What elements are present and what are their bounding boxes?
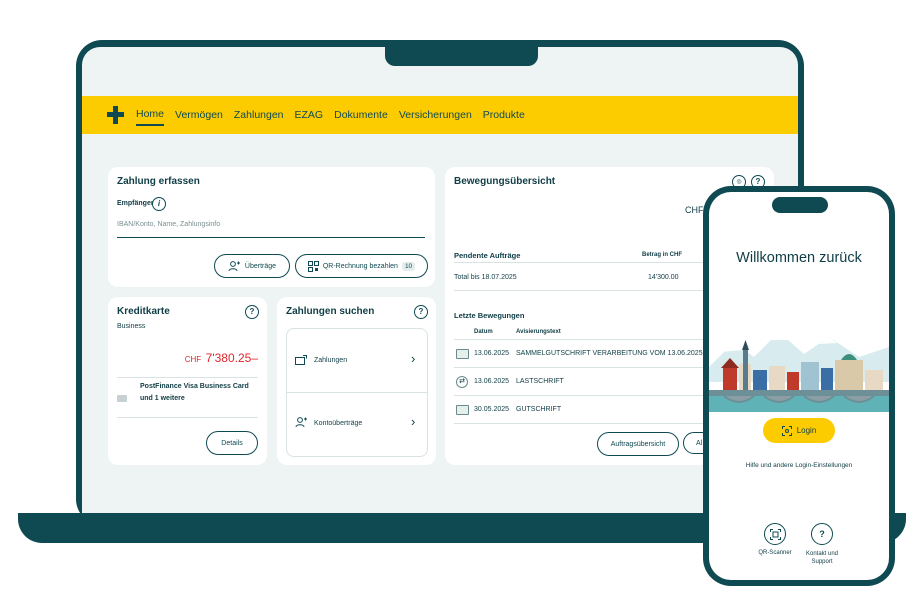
details-label: Details: [221, 439, 243, 447]
phone-screen: Willkommen zurück Login Hilfe und andere…: [709, 192, 889, 580]
auftragsuebersicht-button[interactable]: Auftragsübersicht: [597, 432, 679, 456]
details-button[interactable]: Details: [206, 431, 258, 455]
divider: [117, 417, 258, 418]
welcome-heading: Willkommen zurück: [736, 250, 862, 266]
nav-dokumente[interactable]: Dokumente: [334, 105, 388, 125]
qr-scanner-button[interactable]: [764, 523, 786, 545]
transfer-icon: ⇄: [456, 376, 468, 388]
scan-icon: [781, 425, 792, 436]
empfaenger-label: Empfänger: [117, 200, 154, 207]
nav-zahlungen[interactable]: Zahlungen: [234, 105, 284, 125]
search-zahlungen-label: Zahlungen: [314, 357, 348, 364]
nav-home[interactable]: Home: [136, 104, 165, 126]
divider: [454, 423, 704, 424]
uebertraege-label: Überträge: [244, 262, 277, 270]
laptop-camera-notch: [385, 40, 538, 66]
city-bridge-illustration: [709, 332, 889, 412]
login-button[interactable]: Login: [763, 418, 835, 443]
main-nav: Home Vermögen Zahlungen EZAG Dokumente V…: [136, 96, 525, 134]
contact-support-button[interactable]: ?: [811, 523, 833, 545]
income-icon: [456, 349, 469, 359]
search-options-box: Zahlungen › Kontoüberträge ›: [286, 328, 428, 457]
divider: [117, 377, 258, 378]
recent-title: Letzte Bewegungen: [454, 311, 525, 320]
pending-title: Pendente Aufträge: [454, 251, 521, 260]
divider: [454, 262, 704, 263]
payment-icon: [295, 355, 307, 365]
qr-rechnung-button[interactable]: QR-Rechnung bezahlen 10: [295, 254, 428, 278]
col-text-header: Avisierungstext: [516, 329, 561, 335]
laptop-screen: Home Vermögen Zahlungen EZAG Dokumente V…: [82, 47, 798, 520]
card-name[interactable]: PostFinance Visa Business Card: [140, 383, 249, 390]
kreditkarte-balance: CHF 7'380.25–: [184, 351, 258, 365]
user-transfer-icon: [295, 417, 307, 428]
col-date-header: Datum: [474, 329, 493, 335]
kreditkarte-subtitle: Business: [117, 323, 146, 330]
alle-label: Al: [696, 439, 703, 447]
zahlung-erfassen-title: Zahlung erfassen: [117, 176, 200, 187]
user-transfer-icon: [228, 260, 240, 271]
qr-code-icon: [307, 260, 319, 272]
table-row[interactable]: 30.05.2025 GUTSCHRIFT: [454, 396, 704, 423]
kreditkarte-title: Kreditkarte: [117, 306, 170, 317]
empfaenger-input[interactable]: IBAN/Konto, Name, Zahlungsinfo: [117, 219, 425, 238]
kreditkarte-card: Kreditkarte ? Business CHF 7'380.25– Pos…: [108, 297, 267, 465]
qr-rechnung-label: QR-Rechnung bezahlen: [322, 262, 398, 270]
card-more[interactable]: und 1 weitere: [140, 395, 185, 402]
info-icon[interactable]: i: [152, 197, 166, 211]
auftragsuebersicht-label: Auftragsübersicht: [610, 440, 666, 448]
credit-card-icon: [117, 395, 127, 402]
total-currency: CHF: [685, 205, 704, 215]
zahlungen-suchen-card: Zahlungen suchen ? Zahlungen › Kontoüber…: [277, 297, 436, 465]
top-navigation-bar: Home Vermögen Zahlungen EZAG Dokumente V…: [82, 96, 798, 134]
zahlung-erfassen-card: Zahlung erfassen Empfänger i IBAN/Konto,…: [108, 167, 435, 287]
chevron-right-icon: ›: [411, 351, 416, 366]
nav-vermoegen[interactable]: Vermögen: [175, 105, 223, 125]
contact-support-label: Kontakt und Support: [805, 551, 839, 565]
nav-ezag[interactable]: EZAG: [295, 105, 324, 125]
search-kontouebertraege-item[interactable]: Kontoüberträge ›: [287, 393, 427, 456]
nav-produkte[interactable]: Produkte: [483, 105, 525, 125]
chat-help-icon: ?: [819, 529, 825, 539]
help-login-link[interactable]: Hilfe und andere Login-Einstellungen: [709, 462, 889, 469]
login-label: Login: [796, 426, 817, 435]
search-kontouebertraege-label: Kontoüberträge: [314, 420, 363, 427]
zahlungen-suchen-title: Zahlungen suchen: [286, 306, 375, 317]
pending-row-value: 14'300.00: [648, 274, 679, 281]
table-row[interactable]: ⇄ 13.06.2025 LASTSCHRIFT: [454, 368, 704, 395]
chevron-right-icon: ›: [411, 414, 416, 429]
pending-col-header: Betrag in CHF: [642, 252, 683, 258]
postfinance-logo-icon[interactable]: [106, 106, 124, 124]
uebertraege-button[interactable]: Überträge: [214, 254, 290, 278]
pending-row-label: Total bis 18.07.2025: [454, 274, 517, 281]
empfaenger-placeholder: IBAN/Konto, Name, Zahlungsinfo: [117, 221, 221, 228]
help-icon[interactable]: ?: [414, 305, 428, 319]
nav-versicherungen[interactable]: Versicherungen: [399, 105, 472, 125]
phone-dynamic-island: [772, 197, 828, 213]
income-icon: [456, 405, 469, 415]
qr-scanner-icon: [769, 528, 781, 540]
qr-count-badge: 10: [401, 261, 416, 271]
help-icon[interactable]: ?: [245, 305, 259, 319]
bewegungsuebersicht-title: Bewegungsübersicht: [454, 176, 556, 187]
table-row[interactable]: 13.06.2025 SAMMELGUTSCHRIFT VERARBEITUNG…: [454, 340, 704, 367]
divider: [454, 290, 704, 291]
search-zahlungen-item[interactable]: Zahlungen ›: [287, 329, 427, 393]
